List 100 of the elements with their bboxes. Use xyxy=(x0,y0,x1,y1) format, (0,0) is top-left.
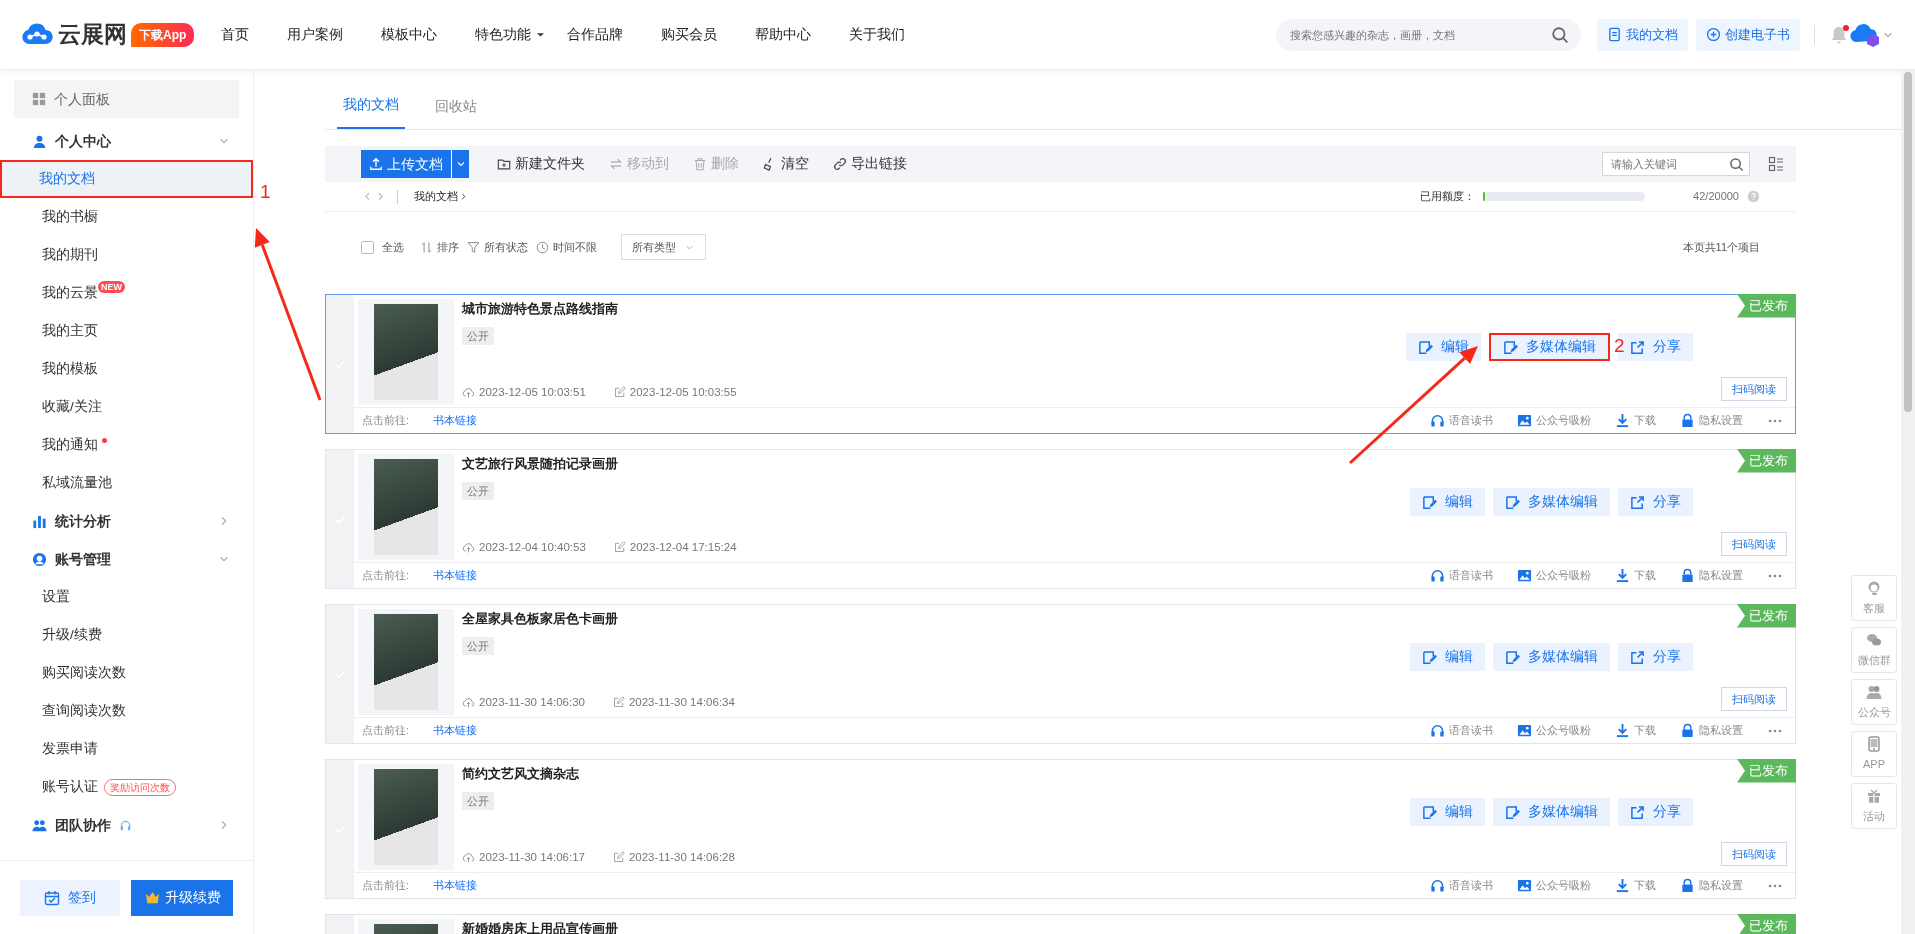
card-tool[interactable]: 隐私设置 xyxy=(1680,722,1743,739)
scrollbar[interactable] xyxy=(1901,70,1915,934)
scan-read-button[interactable]: 扫码阅读 xyxy=(1721,687,1787,711)
toolbar-button[interactable]: 新建文件夹 xyxy=(485,153,597,175)
sidebar-item[interactable]: 我的文档 xyxy=(0,160,253,198)
sidebar-item[interactable]: 私域流量池 xyxy=(0,464,253,502)
card-tool[interactable]: 隐私设置 xyxy=(1680,412,1743,429)
scan-read-button[interactable]: 扫码阅读 xyxy=(1721,377,1787,401)
upload-button[interactable]: 上传文档 xyxy=(361,150,451,178)
book-link[interactable]: 书本链接 xyxy=(433,877,478,894)
upload-menu-button[interactable] xyxy=(451,150,469,178)
tab[interactable]: 回收站 xyxy=(429,96,483,129)
search-field[interactable]: 搜索您感兴趣的杂志，画册，文档 xyxy=(1276,18,1581,51)
card-tool[interactable]: 下载 xyxy=(1615,567,1656,584)
select-all-checkbox[interactable] xyxy=(361,240,374,254)
status-filter[interactable]: 所有状态 xyxy=(467,238,528,256)
document-card[interactable]: 全屋家具色板家居色卡画册 公开 2023-11-30 14:06:30 2023-11-30 14:06:34 编辑 多媒体编辑 分享 扫码阅读 点击前往: 书本链接 语音读书 公众号吸粉 下载 隐私设置 已发布 xyxy=(325,604,1796,744)
action-button[interactable]: 多媒体编辑 xyxy=(1493,488,1610,516)
card-tool[interactable]: 公众号吸粉 xyxy=(1517,722,1591,739)
action-button[interactable]: 多媒体编辑 xyxy=(1493,643,1610,671)
document-title[interactable]: 文艺旅行风景随拍记录画册 xyxy=(462,454,618,474)
nav-link[interactable]: 特色功能 xyxy=(456,24,549,45)
card-tool[interactable]: 下载 xyxy=(1615,722,1656,739)
site-logo[interactable]: 云展网 xyxy=(58,17,127,52)
create-ebook-button[interactable]: 创建电子书 xyxy=(1696,18,1800,51)
card-tool[interactable]: 下载 xyxy=(1615,877,1656,894)
sidebar-item[interactable]: 查询阅读次数 xyxy=(0,692,253,730)
edit-icon xyxy=(613,386,626,399)
action-button[interactable]: 编辑 xyxy=(1410,488,1485,516)
card-tool[interactable]: 隐私设置 xyxy=(1680,877,1743,894)
sidebar-item[interactable]: 收藏/关注 xyxy=(0,388,253,426)
sidebar-group[interactable]: 统计分析 xyxy=(14,502,239,540)
action-button[interactable]: 分享 xyxy=(1618,643,1693,671)
sidebar-item[interactable]: 升级/续费 xyxy=(0,616,253,654)
document-card[interactable]: 简约文艺风文摘杂志 公开 2023-11-30 14:06:17 2023-11-30 14:06:28 编辑 多媒体编辑 分享 扫码阅读 点击前往: 书本链接 语音读书 公众号吸粉 下载 隐私设置 已发布 xyxy=(325,759,1796,899)
sidebar-item[interactable]: 我的期刊 xyxy=(0,236,253,274)
sidebar-group[interactable]: 团队协作 xyxy=(14,806,239,844)
nav-link[interactable]: 首页 xyxy=(202,24,269,45)
toolbar-button[interactable]: 导出链接 xyxy=(821,153,919,175)
side-float-button[interactable]: 微信群 xyxy=(1851,627,1897,673)
action-button[interactable]: 多媒体编辑 xyxy=(1489,333,1610,361)
side-float-button[interactable]: APP xyxy=(1851,731,1897,777)
side-float-button[interactable]: 活动 xyxy=(1851,783,1897,829)
card-tool[interactable]: 隐私设置 xyxy=(1680,567,1743,584)
keyword-search-field[interactable]: 请输入关键词 xyxy=(1602,152,1750,176)
card-tool[interactable]: 公众号吸粉 xyxy=(1517,567,1591,584)
card-tool[interactable]: 语音读书 xyxy=(1430,412,1493,429)
breadcrumb-link[interactable]: 我的文档 xyxy=(414,188,458,205)
action-button[interactable]: 多媒体编辑 xyxy=(1493,798,1610,826)
nav-link[interactable]: 合作品牌 xyxy=(548,24,643,45)
sidebar-group[interactable]: 个人中心 xyxy=(14,122,239,160)
sidebar-item[interactable]: 设置 xyxy=(0,578,253,616)
nav-link[interactable]: 用户案例 xyxy=(268,24,363,45)
nav-link[interactable]: 帮助中心 xyxy=(736,24,831,45)
tab[interactable]: 我的文档 xyxy=(337,94,405,129)
download-icon xyxy=(1615,568,1630,583)
notification-bell[interactable] xyxy=(1829,24,1849,45)
document-title[interactable]: 城市旅游特色景点路线指南 xyxy=(462,299,618,319)
card-tool[interactable]: 语音读书 xyxy=(1430,722,1493,739)
action-button[interactable]: 分享 xyxy=(1618,488,1693,516)
list-view-icon[interactable] xyxy=(1768,156,1784,172)
time-filter[interactable]: 时间不限 xyxy=(536,238,597,256)
check-in-button[interactable]: 签到 xyxy=(20,879,120,916)
toolbar-button[interactable]: 清空 xyxy=(751,153,821,175)
sidebar-item[interactable]: 发票申请 xyxy=(0,730,253,768)
card-tool[interactable]: 语音读书 xyxy=(1430,567,1493,584)
action-button[interactable]: 编辑 xyxy=(1410,798,1485,826)
sidebar-item[interactable]: 购买阅读次数 xyxy=(0,654,253,692)
dashboard-link[interactable]: 个人面板 xyxy=(14,80,239,118)
sidebar-item[interactable]: 我的模板 xyxy=(0,350,253,388)
nav-link[interactable]: 关于我们 xyxy=(830,24,925,45)
action-button[interactable]: 分享 xyxy=(1618,798,1693,826)
sort-button[interactable]: 排序 xyxy=(420,238,459,256)
scan-read-button[interactable]: 扫码阅读 xyxy=(1721,842,1787,866)
card-tool[interactable]: 语音读书 xyxy=(1430,877,1493,894)
card-tool[interactable]: 公众号吸粉 xyxy=(1517,412,1591,429)
book-link[interactable]: 书本链接 xyxy=(433,412,478,429)
card-tool[interactable]: 下载 xyxy=(1615,412,1656,429)
scan-read-button[interactable]: 扫码阅读 xyxy=(1721,532,1787,556)
sidebar-item[interactable]: 我的通知 xyxy=(0,426,253,464)
sidebar-item[interactable]: 账号认证 奖励访问次数 xyxy=(0,768,253,806)
nav-link[interactable]: 模板中心 xyxy=(362,24,457,45)
download-app-badge[interactable]: 下载App xyxy=(131,22,195,47)
my-documents-button[interactable]: 我的文档 xyxy=(1597,18,1688,51)
sidebar-group[interactable]: 账号管理 xyxy=(14,540,239,578)
sidebar-item[interactable]: 我的主页 xyxy=(0,312,253,350)
side-float-button[interactable]: 客服 xyxy=(1851,575,1897,621)
card-tool[interactable]: 公众号吸粉 xyxy=(1517,877,1591,894)
document-title[interactable]: 简约文艺风文摘杂志 xyxy=(462,764,579,784)
sidebar-item[interactable]: 我的云景 NEW xyxy=(0,274,253,312)
document-title[interactable]: 全屋家具色板家居色卡画册 xyxy=(462,609,618,629)
upgrade-button[interactable]: 升级续费 xyxy=(131,879,233,916)
action-button[interactable]: 编辑 xyxy=(1410,643,1485,671)
side-float-button[interactable]: 公众号 xyxy=(1851,679,1897,725)
sidebar-item[interactable]: 我的书橱 xyxy=(0,198,253,236)
document-card[interactable]: 文艺旅行风景随拍记录画册 公开 2023-12-04 10:40:53 2023-12-04 17:15:24 编辑 多媒体编辑 分享 扫码阅读 点击前往: 书本链接 语音读书 公众号吸粉 下载 隐私设置 已发布 xyxy=(325,449,1796,589)
book-link[interactable]: 书本链接 xyxy=(433,567,478,584)
book-link[interactable]: 书本链接 xyxy=(433,722,478,739)
nav-link[interactable]: 购买会员 xyxy=(642,24,737,45)
type-dropdown[interactable]: 所有类型 xyxy=(621,234,706,260)
